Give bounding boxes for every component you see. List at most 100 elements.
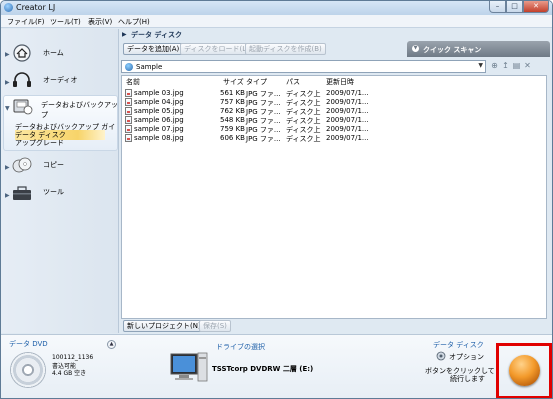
left-navigation: ▶ ホーム ▶ オーディオ ▼ データおよびバックアップ データおよびバックアッ…	[1, 29, 119, 333]
file-list: 名前 サイズ タイプ パス 更新日時 sample 03.jpg 561 KB …	[121, 75, 547, 319]
file-size: 757 KB	[220, 98, 245, 106]
file-size: 606 KB	[220, 134, 245, 142]
add-item-icon[interactable]: ⊕	[490, 61, 499, 71]
expand-arrow-icon[interactable]: ▶	[5, 192, 10, 199]
column-header-modified[interactable]: 更新日時	[326, 77, 354, 87]
app-window: Creator LJ – □ ✕ ファイル(F) ツール(T) 表示(V) ヘル…	[0, 0, 553, 399]
window-title: Creator LJ	[16, 3, 56, 12]
file-name: sample 07.jpg	[134, 125, 184, 133]
eject-icon[interactable]: ▲	[107, 340, 116, 349]
maximize-button[interactable]: □	[506, 1, 523, 13]
expand-arrow-icon[interactable]: ▶	[5, 79, 10, 86]
nav-copy[interactable]: コピー	[43, 160, 64, 170]
close-button[interactable]: ✕	[523, 1, 549, 13]
table-row[interactable]: sample 04.jpg 757 KB JPG ファ... ディスク上 200…	[122, 98, 546, 107]
new-folder-icon[interactable]: ▤	[512, 61, 521, 71]
app-logo-icon	[4, 3, 13, 12]
column-header-size[interactable]: サイズ	[223, 77, 244, 87]
up-folder-icon[interactable]: ↥	[501, 61, 510, 71]
column-header-path[interactable]: パス	[286, 77, 300, 87]
dvd-disc-icon	[10, 352, 46, 388]
save-button[interactable]: 保存(S)	[199, 320, 231, 332]
file-size: 762 KB	[220, 107, 245, 115]
load-disc-button[interactable]: ディスクをロード(L)	[180, 43, 253, 55]
file-size: 759 KB	[220, 125, 245, 133]
disc-free-space: 4.4 GB 空き	[52, 370, 87, 377]
table-row[interactable]: sample 03.jpg 561 KB JPG ファ... ディスク上 200…	[122, 89, 546, 98]
image-file-icon	[125, 116, 132, 124]
quick-scan-icon: ▼	[412, 45, 419, 52]
computer-drive-icon	[170, 352, 208, 382]
table-row[interactable]: sample 06.jpg 548 KB JPG ファ... ディスク上 200…	[122, 116, 546, 125]
panel-header: ▶ データ ディスク	[119, 29, 552, 41]
image-file-icon	[125, 107, 132, 115]
sub-item-upgrade[interactable]: アップグレード	[15, 138, 64, 148]
nav-data-backup[interactable]: データおよびバックアップ	[41, 100, 118, 120]
file-name: sample 08.jpg	[134, 134, 184, 142]
file-size: 548 KB	[220, 116, 245, 124]
file-name: sample 05.jpg	[134, 107, 184, 115]
minimize-button[interactable]: –	[489, 1, 506, 13]
menu-tools[interactable]: ツール(T)	[50, 17, 81, 27]
options-icon[interactable]	[436, 351, 446, 361]
image-file-icon	[125, 89, 132, 97]
nav-audio[interactable]: オーディオ	[43, 75, 78, 85]
highlight-frame	[496, 343, 552, 398]
file-modified: 2009/07/1...	[326, 134, 369, 142]
add-data-button[interactable]: データを追加(A)	[123, 43, 184, 55]
create-boot-disc-button[interactable]: 起動ディスクを作成(B)	[245, 43, 326, 55]
dropdown-arrow-icon[interactable]: ▼	[478, 62, 483, 69]
expand-arrow-icon[interactable]: ▶	[5, 164, 10, 171]
menu-bar: ファイル(F) ツール(T) 表示(V) ヘルプ(H)	[1, 15, 552, 28]
image-file-icon	[125, 98, 132, 106]
backup-icon	[13, 99, 33, 115]
column-header-name[interactable]: 名前	[126, 77, 140, 87]
quick-scan-label: クイック スキャン	[423, 46, 482, 54]
project-bar: 新しいプロジェクト(N) 保存(S)	[119, 319, 552, 333]
file-modified: 2009/07/1...	[326, 116, 369, 124]
headphones-icon	[13, 72, 31, 87]
delete-icon[interactable]: ✕	[523, 61, 532, 71]
page-title: データ ディスク	[131, 31, 182, 39]
toolbox-icon	[13, 186, 31, 200]
disc-type-title: データ DVD	[9, 340, 48, 348]
nav-home[interactable]: ホーム	[43, 48, 64, 58]
file-modified: 2009/07/1...	[326, 125, 369, 133]
file-size: 561 KB	[220, 89, 245, 97]
menu-view[interactable]: 表示(V)	[88, 17, 112, 27]
menu-file[interactable]: ファイル(F)	[7, 17, 45, 27]
toolbar: データを追加(A) ディスクをロード(L) 起動ディスクを作成(B)	[119, 42, 407, 56]
new-project-button[interactable]: 新しいプロジェクト(N)	[123, 320, 205, 332]
panel-arrow-icon: ▶	[122, 31, 127, 38]
options-link[interactable]: オプション	[449, 352, 484, 362]
drive-select-title: ドライブの選択	[216, 343, 265, 351]
location-bar[interactable]: Sample ▼	[121, 60, 486, 73]
file-name: sample 06.jpg	[134, 116, 184, 124]
folder-globe-icon	[125, 63, 133, 71]
column-header-type[interactable]: タイプ	[246, 77, 267, 87]
file-name: sample 04.jpg	[134, 98, 184, 106]
collapse-arrow-icon[interactable]: ▼	[5, 105, 10, 112]
nav-tools[interactable]: ツール	[43, 187, 64, 197]
expand-arrow-icon[interactable]: ▶	[5, 51, 10, 58]
file-path: ディスク上	[286, 135, 321, 143]
file-type: JPG ファ...	[246, 135, 281, 143]
location-text: Sample	[136, 63, 163, 71]
file-modified: 2009/07/1...	[326, 89, 369, 97]
drive-name[interactable]: TSSTcorp DVDRW 二層 (E:)	[212, 364, 313, 374]
table-row[interactable]: sample 05.jpg 762 KB JPG ファ... ディスク上 200…	[122, 107, 546, 116]
file-name: sample 03.jpg	[134, 89, 184, 97]
burn-go-button[interactable]	[509, 355, 540, 386]
image-file-icon	[125, 134, 132, 142]
table-row[interactable]: sample 07.jpg 759 KB JPG ファ... ディスク上 200…	[122, 125, 546, 134]
quick-scan-header[interactable]: ▼ クイック スキャン	[407, 41, 550, 57]
menu-help[interactable]: ヘルプ(H)	[118, 17, 150, 27]
table-row[interactable]: sample 08.jpg 606 KB JPG ファ... ディスク上 200…	[122, 134, 546, 143]
instruction-text-2: 続行します	[450, 375, 485, 383]
file-modified: 2009/07/1...	[326, 107, 369, 115]
title-bar: Creator LJ – □ ✕	[1, 1, 552, 15]
file-modified: 2009/07/1...	[326, 98, 369, 106]
image-file-icon	[125, 125, 132, 133]
disc-label: 100112_1136	[52, 354, 94, 361]
home-icon	[13, 44, 31, 62]
